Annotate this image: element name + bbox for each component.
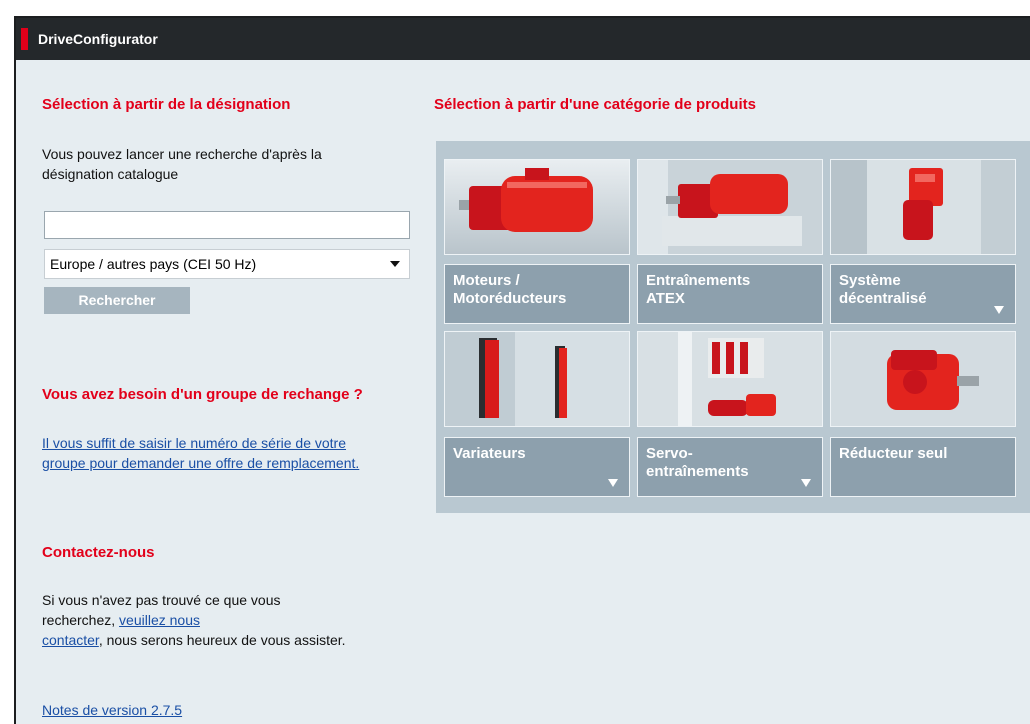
- category-decentral-line1: Système: [839, 272, 901, 289]
- category-decentral-line2: décentralisé: [839, 290, 927, 307]
- category-servo-line2: entraînements: [646, 463, 749, 480]
- contact-link-part2[interactable]: contacter: [42, 632, 99, 648]
- designation-search-input[interactable]: [44, 211, 410, 239]
- search-button[interactable]: Rechercher: [44, 287, 190, 314]
- title-bar: DriveConfigurator: [16, 18, 1030, 60]
- designation-heading: Sélection à partir de la désignation: [42, 96, 291, 113]
- contact-link-part1[interactable]: veuillez nous: [119, 612, 200, 628]
- categories-heading: Sélection à partir d'une catégorie de pr…: [434, 96, 756, 113]
- gear-unit-image: [831, 332, 1015, 426]
- app-window: DriveConfigurator Sélection à partir de …: [14, 16, 1030, 724]
- contact-heading: Contactez-nous: [42, 544, 155, 561]
- release-notes-link[interactable]: Notes de version 2.7.5: [42, 702, 182, 718]
- category-atex-line2: ATEX: [646, 290, 685, 307]
- contact-line3-text: , nous serons heureux de vous assister.: [98, 632, 346, 648]
- spare-text: Il vous suffit de saisir le numéro de sé…: [42, 433, 359, 473]
- release-notes: Notes de version 2.7.5: [42, 700, 182, 720]
- category-motors[interactable]: Moteurs / Motoréducteurs: [444, 264, 630, 324]
- spare-request-link-line1[interactable]: Il vous suffit de saisir le numéro de sé…: [42, 435, 346, 451]
- category-inverters[interactable]: Variateurs: [444, 437, 630, 497]
- brand-marker: [21, 28, 28, 50]
- category-inverters-line1: Variateurs: [453, 445, 526, 462]
- designation-intro: Vous pouvez lancer une recherche d'après…: [42, 144, 322, 184]
- contact-text: Si vous n'avez pas trouvé ce que vous re…: [42, 590, 346, 650]
- category-panel: Moteurs / Motoréducteurs Entraînements A…: [436, 141, 1030, 513]
- category-servo-line1: Servo-: [646, 445, 693, 462]
- servo-drive-image: [638, 332, 822, 426]
- category-decentral[interactable]: Système décentralisé: [830, 264, 1016, 324]
- category-image-motors[interactable]: [444, 159, 630, 255]
- category-image-gearbox[interactable]: [830, 331, 1016, 427]
- category-image-atex[interactable]: [637, 159, 823, 255]
- contact-line2-text: recherchez,: [42, 612, 120, 628]
- category-atex-line1: Entraînements: [646, 272, 751, 289]
- spare-heading: Vous avez besoin d'un groupe de rechange…: [42, 386, 363, 403]
- category-gearbox-line1: Réducteur seul: [839, 445, 948, 462]
- dropdown-triangle-icon: [994, 306, 1004, 314]
- category-atex[interactable]: Entraînements ATEX: [637, 264, 823, 324]
- region-select[interactable]: Europe / autres pays (CEI 50 Hz): [44, 249, 410, 279]
- category-image-inverters[interactable]: [444, 331, 630, 427]
- decentralized-system-image: [831, 160, 1015, 254]
- designation-intro-line2: désignation catalogue: [42, 166, 179, 182]
- category-servo[interactable]: Servo- entraînements: [637, 437, 823, 497]
- gearmotor-image: [445, 160, 629, 254]
- region-select-value: Europe / autres pays (CEI 50 Hz): [50, 256, 257, 272]
- inverter-image: [445, 332, 629, 426]
- category-motors-line1: Moteurs /: [453, 272, 520, 289]
- atex-drive-image: [638, 160, 822, 254]
- category-image-decentral[interactable]: [830, 159, 1016, 255]
- category-gearbox[interactable]: Réducteur seul: [830, 437, 1016, 497]
- designation-intro-line1: Vous pouvez lancer une recherche d'après…: [42, 146, 322, 162]
- dropdown-triangle-icon: [801, 479, 811, 487]
- category-image-servo[interactable]: [637, 331, 823, 427]
- app-title: DriveConfigurator: [38, 31, 158, 47]
- contact-line1: Si vous n'avez pas trouvé ce que vous: [42, 592, 281, 608]
- chevron-down-icon: [390, 261, 400, 267]
- spare-request-link-line2[interactable]: groupe pour demander une offre de rempla…: [42, 455, 359, 471]
- dropdown-triangle-icon: [608, 479, 618, 487]
- category-motors-line2: Motoréducteurs: [453, 290, 567, 307]
